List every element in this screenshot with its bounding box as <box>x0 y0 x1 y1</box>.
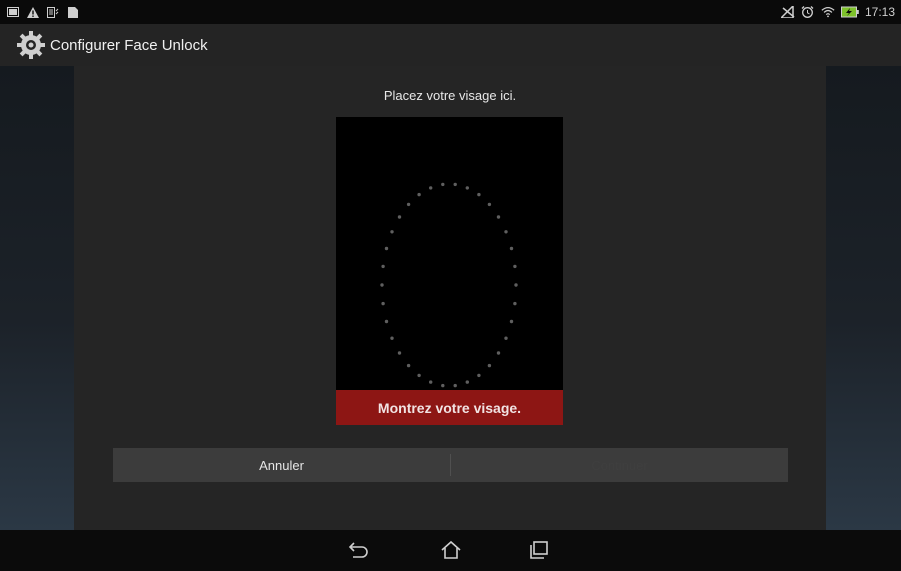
oval-dot <box>496 215 501 219</box>
status-bar-right: 17:13 <box>775 5 901 19</box>
oval-dot <box>453 383 457 388</box>
navigation-bar <box>0 530 901 571</box>
face-unlock-dialog: Placez votre visage ici. Montrez votre v… <box>74 66 826 530</box>
oval-dot <box>465 186 469 190</box>
oval-dot <box>441 182 445 187</box>
oval-dot <box>513 264 517 269</box>
oval-dot <box>429 380 433 384</box>
oval-dot <box>487 363 492 368</box>
status-bar-left <box>0 6 86 18</box>
oval-dot <box>514 283 518 287</box>
oval-dot <box>380 283 384 287</box>
oval-dot <box>513 301 517 306</box>
recent-apps-icon[interactable] <box>522 536 556 564</box>
face-placement-instruction: Placez votre visage ici. <box>383 88 517 103</box>
warning-icon <box>26 6 40 18</box>
action-bar: Configurer Face Unlock <box>0 24 901 66</box>
face-guide-oval <box>380 182 518 388</box>
oval-dot <box>381 301 385 306</box>
oval-dot <box>496 351 501 355</box>
oval-dot <box>429 186 433 190</box>
oval-dot <box>453 182 457 187</box>
home-icon[interactable] <box>434 536 468 564</box>
oval-dot <box>441 383 445 388</box>
status-bar: 17:13 <box>0 0 901 24</box>
oval-dot <box>381 264 385 269</box>
alarm-icon <box>801 6 815 18</box>
oval-dot <box>390 336 394 340</box>
no-signal-icon <box>780 6 795 18</box>
continue-button[interactable]: Continuer <box>451 448 788 482</box>
oval-dot <box>504 336 508 340</box>
oval-dot <box>477 192 481 197</box>
oval-dot <box>504 230 508 234</box>
sd-card-icon <box>66 6 80 18</box>
oval-dot <box>509 319 514 324</box>
face-warning-bar: Montrez votre visage. <box>336 390 563 425</box>
oval-dot <box>397 215 402 219</box>
oval-dot <box>465 380 469 384</box>
oval-dot <box>384 319 389 324</box>
oval-dot <box>417 192 421 197</box>
screen-icon <box>6 6 20 18</box>
oval-dot <box>406 202 411 207</box>
action-bar-title: Configurer Face Unlock <box>50 36 208 54</box>
oval-dot <box>417 373 421 378</box>
wifi-icon <box>821 6 835 18</box>
oval-dot <box>406 363 411 368</box>
cancel-button[interactable]: Annuler <box>113 448 450 482</box>
dialog-button-bar: Annuler Continuer <box>113 448 788 482</box>
battery-charging-icon <box>840 6 859 18</box>
oval-dot <box>397 351 402 355</box>
oval-dot <box>390 230 394 234</box>
face-warning-text: Montrez votre visage. <box>377 399 522 416</box>
status-time: 17:13 <box>864 5 895 19</box>
oval-dot <box>509 246 514 251</box>
oval-dot <box>487 202 492 207</box>
sim-icon <box>46 6 60 18</box>
oval-dot <box>477 373 481 378</box>
back-icon[interactable] <box>342 536 376 564</box>
oval-dot <box>384 246 389 251</box>
camera-preview: Montrez votre visage. <box>336 117 563 425</box>
settings-gear-icon[interactable] <box>16 30 46 60</box>
